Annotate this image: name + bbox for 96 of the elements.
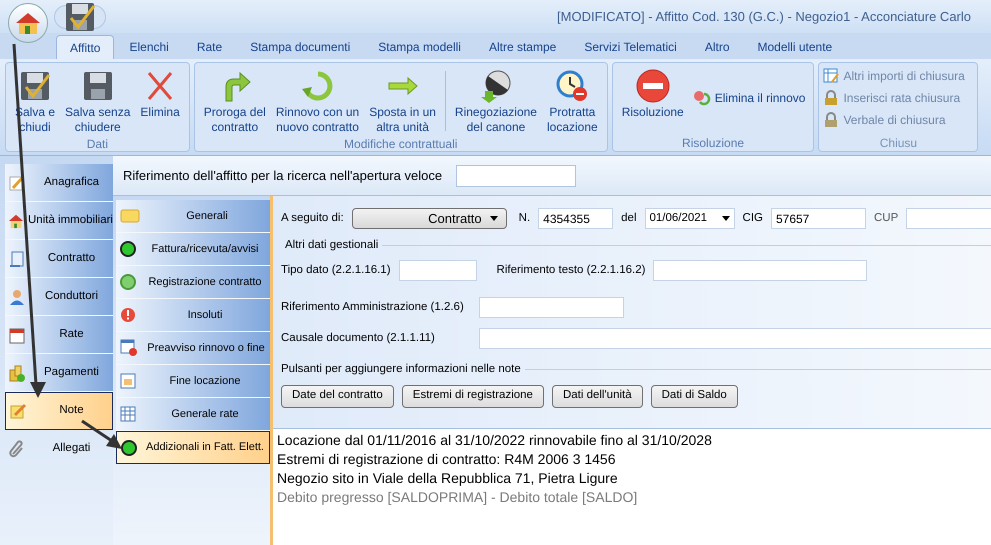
ribbon-button[interactable]: Risoluzione xyxy=(616,67,689,120)
ribbon-tab[interactable]: Elenchi xyxy=(116,35,182,59)
ribbon-button[interactable]: Proroga del contratto xyxy=(198,67,271,135)
field-label: CUP xyxy=(874,210,898,226)
grid-icon xyxy=(120,406,136,422)
ribbon-tab[interactable]: Altre stampe xyxy=(476,35,570,59)
coins-icon xyxy=(8,364,26,382)
ribbon-tab[interactable]: Servizi Telematici xyxy=(571,35,690,59)
note-line: Estremi di registrazione di contratto: R4M 2006 3 1456 xyxy=(277,450,617,469)
gauge-icon xyxy=(478,69,513,103)
cig-field[interactable]: 57657 xyxy=(770,208,866,229)
padlock-icon xyxy=(823,112,840,128)
input-field[interactable] xyxy=(398,260,477,282)
quick-search-field[interactable] xyxy=(456,164,576,186)
scroll-icon xyxy=(8,250,26,268)
subnav-item[interactable]: Fine locazione xyxy=(116,365,270,398)
ribbon-button[interactable]: Protratta locazione xyxy=(542,67,603,135)
calendar-icon xyxy=(120,373,136,389)
date-picker[interactable]: 01/06/2021 xyxy=(644,208,735,229)
number-field[interactable]: 4354355 xyxy=(538,208,614,229)
subnav-item[interactable]: Generali xyxy=(116,200,270,233)
ribbon-button[interactable]: Sposta in un altra unità xyxy=(364,67,441,135)
note-line: Debito pregresso [SALDOPRIMA] - Debito totale [SALDO] xyxy=(277,488,638,507)
field-label: A seguito di: xyxy=(281,210,344,226)
field-label: Riferimento dell'affitto per la ricerca nell'apertura veloce xyxy=(123,166,442,185)
group-label: Modifiche contrattuali xyxy=(343,136,458,152)
input-field[interactable] xyxy=(479,328,991,350)
save-check-icon xyxy=(18,69,52,103)
ribbon-button[interactable]: Elimina il rinnovo xyxy=(688,89,810,107)
sidebar-item[interactable]: Rate xyxy=(5,316,113,354)
person-icon xyxy=(8,288,26,306)
stop-icon xyxy=(634,68,671,104)
field-label: Tipo dato (2.2.1.16.1) xyxy=(281,263,391,278)
ribbon-tab[interactable]: Stampa modelli xyxy=(365,35,474,59)
input-field[interactable] xyxy=(479,297,624,318)
insert-button[interactable]: Estremi di registrazione xyxy=(402,384,544,408)
subnav-item[interactable]: Fattura/ricevuta/avvisi xyxy=(116,233,270,266)
house-icon xyxy=(15,11,41,35)
sidebar-item[interactable]: Note xyxy=(5,392,113,430)
section-title: Pulsanti per aggiungere informazioni nelle note xyxy=(281,362,521,378)
ribbon-tab[interactable]: Modelli utente xyxy=(744,35,846,59)
ribbon-tab[interactable]: Affitto xyxy=(56,35,114,59)
subnav-item[interactable]: Registrazione contratto xyxy=(116,266,270,299)
note-edit-icon xyxy=(9,402,27,420)
sidebar-item[interactable]: Conduttori xyxy=(5,278,113,316)
subnav-item[interactable]: Generale rate xyxy=(116,398,270,431)
field-label: del xyxy=(621,210,637,226)
refresh-remove-icon xyxy=(692,90,711,106)
caret-icon xyxy=(722,216,730,221)
field-label: Riferimento Amministrazione (1.2.6) xyxy=(281,300,465,316)
save-check-icon xyxy=(63,0,97,34)
subnav-item[interactable]: Preavviso rinnovo o fine xyxy=(116,332,270,365)
sidebar-item[interactable]: Unità immobiliari xyxy=(5,202,113,240)
refresh-icon xyxy=(300,69,334,103)
warning-icon xyxy=(120,307,136,323)
ribbon-button[interactable]: Rinnovo con un nuovo contratto xyxy=(270,67,364,135)
calendar-icon xyxy=(8,326,26,344)
padlock-icon xyxy=(823,90,840,106)
status-dot-icon xyxy=(120,274,136,290)
group-label: Chiusu xyxy=(878,135,918,151)
window-title: [MODIFICATO] - Affitto Cod. 130 (G.C.) - Negozio1 - Acconciature Carlo xyxy=(557,8,971,26)
field-label: CIG xyxy=(742,210,763,226)
section-title: Altri dati gestionali xyxy=(284,238,378,253)
group-label: Dati xyxy=(86,136,110,152)
status-dot-icon xyxy=(121,440,137,456)
insert-button[interactable]: Dati di Saldo xyxy=(650,384,738,408)
ribbon-tab[interactable]: Altro xyxy=(692,35,742,59)
note-line: Locazione dal 01/11/2016 al 31/10/2022 rinnovabile fino al 31/10/2028 xyxy=(277,431,713,450)
calendar-remove-icon xyxy=(120,339,138,357)
cup-field[interactable] xyxy=(906,208,991,229)
dropdown[interactable]: Contratto xyxy=(352,208,507,229)
ribbon-button[interactable]: Elimina xyxy=(135,67,185,120)
insert-button[interactable]: Dati dell'unità xyxy=(552,384,643,408)
caret-icon xyxy=(490,216,498,221)
ribbon-button[interactable]: Salva senza chiudere xyxy=(60,67,136,135)
field-label: Riferimento testo (2.2.1.16.2) xyxy=(496,263,646,278)
status-dot-icon xyxy=(120,241,136,257)
field-label: N. xyxy=(518,210,530,226)
ribbon-tab[interactable]: Rate xyxy=(184,35,236,59)
input-field[interactable] xyxy=(653,260,868,282)
ribbon-tab[interactable]: Stampa documenti xyxy=(237,35,364,59)
ribbon-button[interactable]: Rinegoziazione del canone xyxy=(450,67,542,135)
field-label: Causale documento (2.1.1.11) xyxy=(281,331,436,346)
sidebar-item[interactable]: Anagrafica xyxy=(5,164,113,202)
sidebar-item[interactable]: Contratto xyxy=(5,240,113,278)
sticky-note-icon xyxy=(120,208,140,224)
sidebar-item[interactable]: Allegati xyxy=(5,430,113,468)
insert-button[interactable]: Date del contratto xyxy=(281,384,394,408)
notes-editor[interactable] xyxy=(273,428,991,545)
table-edit-icon xyxy=(823,68,840,84)
clock-icon xyxy=(555,69,590,103)
sidebar-item[interactable]: Pagamenti xyxy=(5,354,113,392)
subnav-item[interactable]: Addizionali in Fatt. Elett. xyxy=(116,431,270,464)
note-line: Negozio sito in Viale della Repubblica 71, Pietra Ligure xyxy=(277,469,619,488)
group-label: Risoluzione xyxy=(681,135,746,151)
subnav-item[interactable]: Insoluti xyxy=(116,299,270,332)
